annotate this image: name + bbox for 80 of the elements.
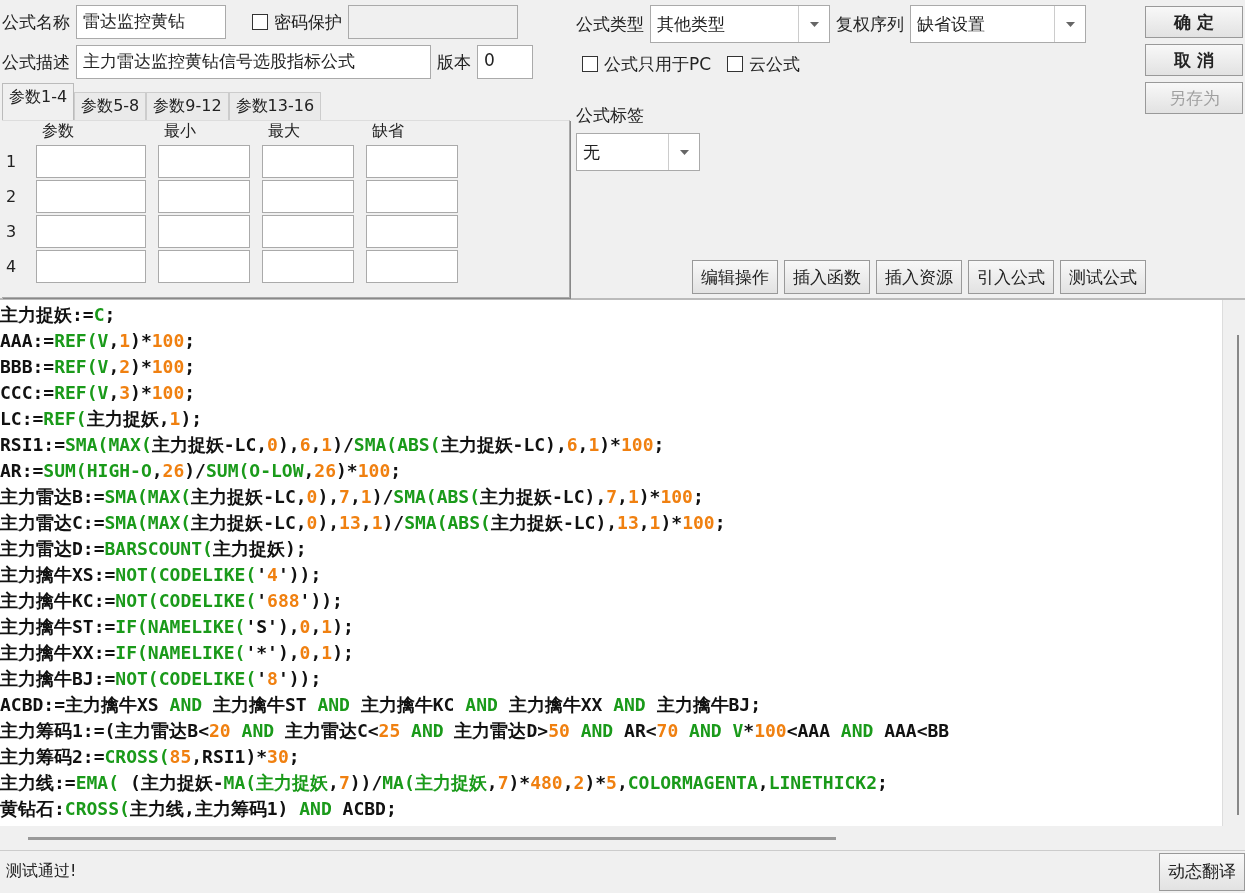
field-label: 版本	[437, 50, 471, 74]
name-field[interactable]: 雷达监控黄钻	[76, 5, 226, 39]
row-number: 3	[6, 222, 18, 241]
row-number: 1	[6, 152, 18, 171]
column-header: 缺省	[371, 121, 405, 142]
rights-series-dropdown[interactable]: 缺省设置	[910, 5, 1086, 43]
code-line: 主力筹码1:=(主力雷达B<20 AND 主力雷达C<25 AND 主力雷达D>50 AND AR<70 AND V*100<AAA AND AAA<BB	[0, 719, 951, 743]
toolbar-button[interactable]: 插入函数	[784, 260, 870, 294]
parameter-field[interactable]	[36, 180, 146, 213]
code-line: RSI1:=SMA(MAX(主力捉妖-LC,0),6,1)/SMA(ABS(主力捉妖-LC),6,1)*100;	[0, 433, 666, 457]
status-text: 测试通过!	[6, 861, 77, 882]
translate-button[interactable]: 动态翻译	[1159, 852, 1245, 891]
code-line: BBB:=REF(V,2)*100;	[0, 355, 197, 379]
code-line: 主力擒牛XX:=IF(NAMELIKE('*'),0,1);	[0, 641, 355, 665]
toolbar-button[interactable]: 编辑操作	[692, 260, 778, 294]
checkbox[interactable]	[727, 56, 744, 72]
parameter-field[interactable]	[36, 145, 146, 178]
row-number: 2	[6, 187, 18, 206]
code-line: 主力雷达C:=SMA(MAX(主力捉妖-LC,0),13,1)/SMA(ABS(主力捉妖-LC),13,1)*100;	[0, 511, 727, 535]
field-label: 复权序列	[836, 12, 904, 36]
parameter-field[interactable]	[366, 145, 458, 178]
parameter-field[interactable]	[158, 250, 250, 283]
field-label: 公式名称	[2, 10, 70, 34]
field-label: 公式描述	[2, 50, 70, 74]
parameter-field[interactable]	[158, 145, 250, 178]
code-line: 黄钻石:CROSS(主力线,主力筹码1) AND ACBD;	[0, 797, 398, 821]
parameter-field[interactable]	[262, 250, 354, 283]
field-label: 公式类型	[576, 12, 644, 36]
parameter-field[interactable]	[366, 215, 458, 248]
tab[interactable]: 参数13-16	[228, 92, 322, 120]
parameter-field[interactable]	[366, 250, 458, 283]
code-line: 主力雷达D:=BARSCOUNT(主力捉妖);	[0, 537, 308, 561]
checkbox[interactable]	[582, 56, 598, 72]
dropdown-arrow-icon	[809, 21, 819, 27]
parameter-field[interactable]	[262, 145, 354, 178]
formula-tag-dropdown[interactable]: 无	[576, 133, 700, 171]
code-line: 主力擒牛ST:=IF(NAMELIKE('S'),0,1);	[0, 615, 355, 639]
parameter-field[interactable]	[36, 250, 146, 283]
checkbox[interactable]	[252, 14, 268, 30]
code-line: 主力捉妖:=C;	[0, 303, 117, 327]
formula-type-dropdown[interactable]: 其他类型	[650, 5, 830, 43]
code-line: 主力雷达B:=SMA(MAX(主力捉妖-LC,0),7,1)/SMA(ABS(主力捉妖-LC),7,1)*100;	[0, 485, 705, 509]
password-field[interactable]	[348, 5, 518, 39]
column-header: 参数	[41, 121, 75, 142]
code-line: 主力擒牛KC:=NOT(CODELIKE('688'));	[0, 589, 344, 613]
column-header: 最小	[163, 121, 197, 142]
dropdown-arrow-icon	[679, 149, 689, 155]
code-line: AAA:=REF(V,1)*100;	[0, 329, 197, 353]
tab[interactable]: 参数1-4	[2, 83, 75, 120]
parameter-field[interactable]	[366, 180, 458, 213]
parameter-field[interactable]	[262, 215, 354, 248]
dropdown-arrow-icon	[1065, 21, 1075, 27]
parameter-field[interactable]	[158, 215, 250, 248]
parameter-field[interactable]	[262, 180, 354, 213]
code-line: 主力筹码2:=CROSS(85,RSI1)*30;	[0, 745, 301, 769]
parameter-field[interactable]	[158, 180, 250, 213]
parameter-field[interactable]	[36, 215, 146, 248]
checkbox-label: 公式只用于PC	[604, 52, 712, 76]
column-header: 最大	[267, 121, 301, 142]
description-field[interactable]: 主力雷达监控黄钻信号选股指标公式	[76, 45, 431, 79]
code-line: CCC:=REF(V,3)*100;	[0, 381, 197, 405]
vertical-scrollbar[interactable]	[1222, 300, 1245, 826]
toolbar-button[interactable]: 测试公式	[1060, 260, 1146, 294]
code-line: LC:=REF(主力捉妖,1);	[0, 407, 204, 431]
field-label: 公式标签	[576, 104, 645, 127]
version-field[interactable]: 0	[477, 45, 533, 79]
code-line: AR:=SUM(HIGH-O,26)/SUM(O-LOW,26)*100;	[0, 459, 403, 483]
toolbar-button[interactable]: 引入公式	[968, 260, 1054, 294]
dialog-button[interactable]: 取 消	[1145, 44, 1243, 76]
row-number: 4	[6, 257, 18, 276]
tab[interactable]: 参数9-12	[146, 92, 229, 120]
toolbar-button[interactable]: 插入资源	[876, 260, 962, 294]
code-line: 主力擒牛XS:=NOT(CODELIKE('4'));	[0, 563, 323, 587]
dialog-button[interactable]: 确 定	[1145, 6, 1243, 38]
checkbox-label: 云公式	[749, 52, 801, 76]
code-line: 主力擒牛BJ:=NOT(CODELIKE('8'));	[0, 667, 323, 691]
tab[interactable]: 参数5-8	[74, 92, 147, 120]
checkbox-label: 密码保护	[274, 10, 342, 34]
code-line: 主力线:=EMA( (主力捉妖-MA(主力捉妖,7))/MA(主力捉妖,7)*480,2)*5,COLORMAGENTA,LINETHICK2;	[0, 771, 889, 795]
code-line: ACBD:=主力擒牛XS AND 主力擒牛ST AND 主力擒牛KC AND 主力擒牛XX AND 主力擒牛BJ;	[0, 693, 763, 717]
